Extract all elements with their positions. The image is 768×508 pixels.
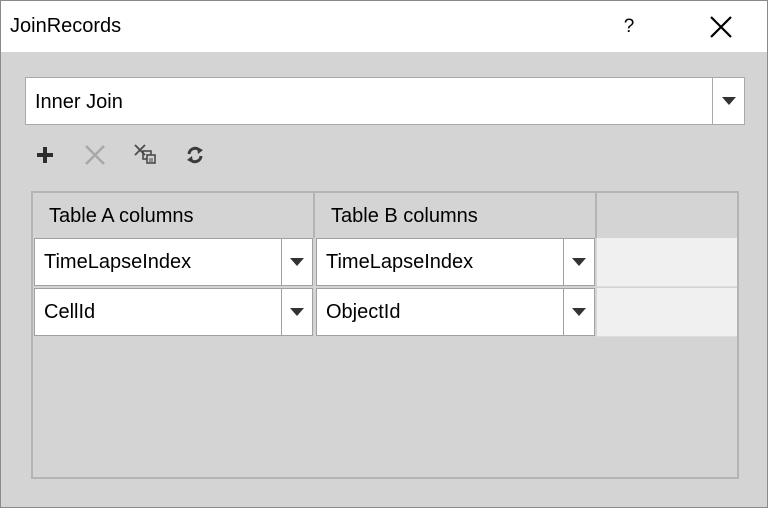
table-b-column-dropdown[interactable]: ObjectId	[316, 288, 595, 336]
delete-icon	[85, 145, 105, 165]
dropdown-button[interactable]	[281, 239, 312, 285]
join-type-dropdown-button[interactable]	[712, 78, 744, 124]
help-button[interactable]: ?	[609, 9, 649, 45]
mapping-toolbar	[29, 139, 229, 171]
table-a-column-dropdown[interactable]: TimeLapseIndex	[34, 238, 313, 286]
table-b-column-header[interactable]: Table B columns	[315, 193, 597, 238]
dropdown-button[interactable]	[563, 239, 594, 285]
close-button[interactable]	[693, 5, 749, 49]
chevron-down-icon	[290, 258, 304, 266]
table-a-column-dropdown[interactable]: CellId	[34, 288, 313, 336]
clear-mappings-icon	[134, 144, 156, 164]
join-type-value: Inner Join	[35, 91, 123, 113]
column-mapping-grid: Table A columns Table B columns TimeLaps…	[31, 191, 739, 479]
table-b-column-dropdown[interactable]: TimeLapseIndex	[316, 238, 595, 286]
table-a-column-value: CellId	[44, 301, 96, 323]
close-icon	[710, 16, 732, 38]
title-bar: JoinRecords ?	[1, 1, 767, 52]
delete-mapping-button[interactable]	[79, 139, 111, 171]
clear-mappings-button[interactable]	[129, 139, 161, 171]
table-a-column-header[interactable]: Table A columns	[33, 193, 315, 238]
dropdown-button[interactable]	[281, 289, 312, 335]
chevron-down-icon	[722, 97, 736, 105]
table-a-column-value: TimeLapseIndex	[44, 251, 192, 273]
row-filler	[597, 238, 737, 287]
table-row: TimeLapseIndex TimeLapseIndex	[33, 238, 737, 288]
chevron-down-icon	[572, 258, 586, 266]
add-icon	[37, 147, 53, 163]
row-filler	[597, 288, 737, 337]
add-mapping-button[interactable]	[29, 139, 61, 171]
chevron-down-icon	[290, 308, 304, 316]
table-row: CellId ObjectId	[33, 288, 737, 338]
join-records-dialog: JoinRecords ? Inner Join Table A columns…	[0, 0, 768, 508]
refresh-icon	[187, 146, 203, 164]
header-filler	[597, 193, 737, 238]
join-type-dropdown[interactable]: Inner Join	[25, 77, 745, 125]
table-a-header-label: Table A columns	[49, 205, 194, 227]
table-b-header-label: Table B columns	[331, 205, 478, 227]
refresh-button[interactable]	[179, 139, 211, 171]
dialog-title: JoinRecords	[10, 15, 122, 37]
table-b-column-value: ObjectId	[326, 301, 401, 323]
dropdown-button[interactable]	[563, 289, 594, 335]
chevron-down-icon	[572, 308, 586, 316]
table-b-column-value: TimeLapseIndex	[326, 251, 474, 273]
